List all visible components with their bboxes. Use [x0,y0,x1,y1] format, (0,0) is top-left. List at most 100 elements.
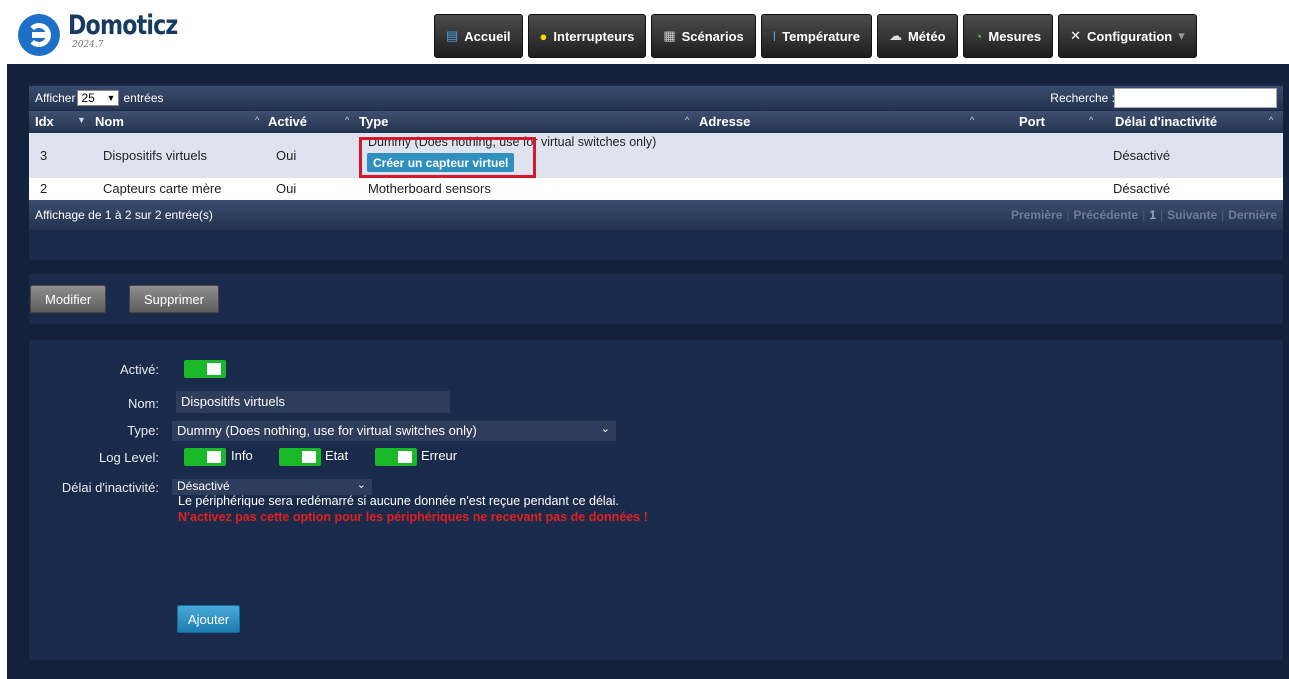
pager-previous-button[interactable]: Précédente [1074,208,1139,222]
row-timeout: Désactivé [1113,148,1171,163]
home-icon: ▤ [446,28,459,43]
type-select-value: Dummy (Does nothing, use for virtual swi… [177,423,477,438]
nav-interrupteurs-button[interactable]: ● Interrupteurs [527,14,647,58]
enabled-toggle[interactable] [184,360,226,378]
timeout-select[interactable]: Désactivé ⌄ [172,479,372,495]
column-timeout-header[interactable]: Délai d'inactivité [1115,114,1217,129]
page-size-value: 25 [81,91,95,105]
row-type: Motherboard sensors [368,181,491,196]
modify-button[interactable]: Modifier [30,285,107,313]
nav-configuration-button[interactable]: ✕ Configuration ▾ [1058,14,1197,58]
domoticz-logo-icon[interactable] [18,14,60,56]
table-row[interactable]: 2 Capteurs carte mère Oui Motherboard se… [29,178,1283,200]
nav-label: Scénarios [681,28,744,44]
table-toolbar: Afficher 25 ▼ entrées Recherche : [29,86,1283,110]
column-address-header[interactable]: Adresse [699,114,750,129]
pager-next-button[interactable]: Suivante [1167,208,1217,222]
chevron-down-icon: ▼ [106,93,116,103]
sort-icon: ^ [1089,115,1094,125]
add-button[interactable]: Ajouter [177,605,241,633]
table-header: Idx ▼ Nom ^ Activé ^ Type ^ Adresse ^ Po… [29,111,1283,133]
delete-button[interactable]: Supprimer [129,285,219,313]
column-nom-header[interactable]: Nom [95,114,124,129]
pager-first-button[interactable]: Première [1011,208,1062,222]
nav-label: Accueil [464,28,511,44]
table-info: Affichage de 1 à 2 sur 2 entrée(s) [35,208,213,222]
main-nav: ▤ Accueil ● Interrupteurs ▦ Scénarios ǀ … [434,14,1197,58]
logo-bar-shape [32,32,48,38]
table-row[interactable]: 3 Dispositifs virtuels Oui Dummy (Does n… [29,133,1283,178]
pager-separator: | [1066,208,1070,222]
nav-temperature-button[interactable]: ǀ Température [760,14,872,58]
nav-label: Mesures [988,28,1042,44]
nav-mesures-button[interactable]: ◔ Mesures [962,14,1054,58]
loglevel-label: Log Level: [99,450,159,465]
app-version: 2024.7 [72,40,104,50]
sort-icon: ^ [685,115,690,125]
row-idx: 2 [40,181,48,196]
chevron-down-icon: ▾ [1178,28,1185,43]
show-label: Afficher [35,91,76,105]
row-name: Capteurs carte mère [103,181,222,196]
top-header: Domoticz 2024.7 ▤ Accueil ● Interrupteur… [0,0,1289,64]
nav-label: Interrupteurs [553,28,635,44]
row-name: Dispositifs virtuels [103,148,208,163]
gauge-icon: ◔ [974,28,983,44]
row-timeout: Désactivé [1113,181,1171,196]
log-info-label: Info [231,448,253,463]
app-name: Domoticz [68,10,178,41]
sort-desc-icon: ▼ [77,115,86,125]
enabled-label: Activé: [119,362,159,377]
timeout-warning: N'activez pas cette option pour les péri… [178,510,648,524]
actions-panel: Modifier Supprimer [29,274,1283,324]
column-type-header[interactable]: Type [359,114,388,129]
type-select[interactable]: Dummy (Does nothing, use for virtual swi… [172,421,616,441]
name-label: Nom: [127,396,159,411]
pagination: Première | Précédente | 1 | Suivante | D… [1011,208,1277,222]
sort-icon: ^ [970,115,975,125]
log-status-label: Etat [325,448,349,463]
timeout-select-value: Désactivé [177,479,230,493]
page-size-select[interactable]: 25 ▼ [77,90,120,106]
row-enabled: Oui [276,148,297,163]
row-idx: 3 [40,148,48,163]
pager-separator: | [1142,208,1146,222]
log-status-toggle[interactable] [279,448,321,466]
highlight-annotation [359,137,536,178]
nav-meteo-button[interactable]: ☁ Météo [876,14,958,58]
name-field[interactable]: Dispositifs virtuels [176,391,450,413]
clapper-icon: ▦ [663,28,676,43]
sort-icon: ^ [345,115,350,125]
row-enabled: Oui [276,181,297,196]
timeout-label: Délai d'inactivité: [61,480,159,495]
chevron-down-icon: ⌄ [356,479,366,491]
pager-separator: | [1221,208,1225,222]
cloud-icon: ☁ [888,28,902,43]
nav-label: Configuration [1087,28,1173,44]
search-label: Recherche : [1050,91,1115,105]
table-footer: Affichage de 1 à 2 sur 2 entrée(s) Premi… [29,200,1283,230]
column-idx-header[interactable]: Idx [35,114,54,129]
chevron-down-icon: ⌄ [600,423,610,435]
entries-label: entrées [123,91,164,105]
type-label: Type: [127,423,159,438]
nav-accueil-button[interactable]: ▤ Accueil [434,14,523,58]
hardware-form-panel: Activé: Nom: Dispositifs virtuels Type: … [29,340,1283,660]
sort-icon: ^ [255,115,260,125]
timeout-note: Le périphérique sera redémarré si aucune… [178,494,619,508]
column-port-header[interactable]: Port [1019,114,1045,129]
pager-page-button[interactable]: 1 [1149,208,1156,222]
hardware-table-panel: Afficher 25 ▼ entrées Recherche : Idx ▼ … [29,84,1283,260]
tools-icon: ✕ [1070,28,1082,43]
log-error-toggle[interactable] [375,448,417,466]
log-info-toggle[interactable] [184,448,226,466]
main-content: Afficher 25 ▼ entrées Recherche : Idx ▼ … [7,64,1289,679]
pager-separator: | [1160,208,1164,222]
log-error-label: Erreur [421,448,458,463]
nav-scenarios-button[interactable]: ▦ Scénarios [651,14,756,58]
pager-last-button[interactable]: Dernière [1228,208,1277,222]
sort-icon: ^ [1269,115,1274,125]
search-input[interactable] [1114,88,1277,108]
bulb-icon: ● [539,28,548,44]
column-active-header[interactable]: Activé [268,114,307,129]
